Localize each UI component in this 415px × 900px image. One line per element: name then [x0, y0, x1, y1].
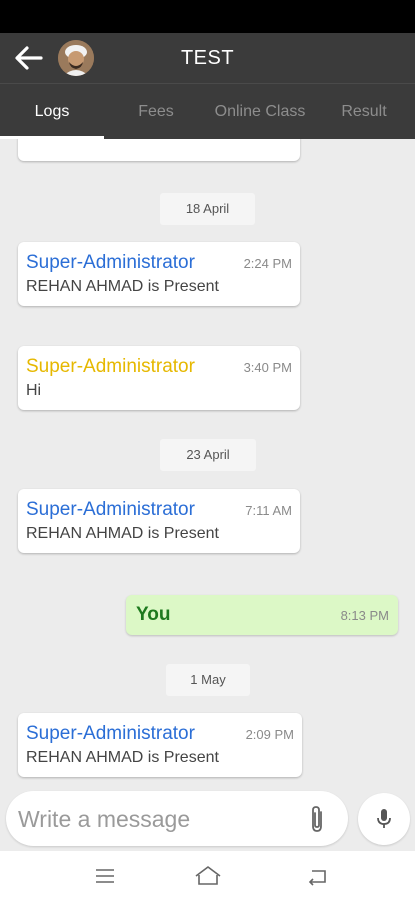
message-time: 3:40 PM: [243, 360, 292, 375]
page-title: TEST: [180, 47, 235, 69]
message-sender: Super-Administrator: [26, 252, 195, 273]
tab-bar: Logs Fees Online Class Result: [0, 83, 415, 139]
message-time: 2:24 PM: [243, 256, 292, 271]
message-bubble[interactable]: Super-Administrator 2:09 PM REHAN AHMAD …: [18, 713, 302, 777]
message-time: 2:09 PM: [245, 727, 294, 742]
message-bubble[interactable]: Super-Administrator 7:11 AM REHAN AHMAD …: [18, 489, 300, 553]
back-icon[interactable]: [302, 863, 332, 889]
microphone-icon[interactable]: [358, 793, 410, 845]
message-composer: [6, 791, 348, 846]
message-time: 7:11 AM: [245, 503, 292, 518]
tab-fees[interactable]: Fees: [104, 84, 208, 140]
tab-online-class[interactable]: Online Class: [204, 84, 316, 140]
tab-result[interactable]: Result: [314, 84, 414, 140]
message-sender: You: [136, 604, 171, 625]
tab-logs[interactable]: Logs: [0, 84, 104, 140]
partial-message-bubble: [18, 139, 300, 161]
date-separator: 23 April: [160, 439, 256, 471]
message-input[interactable]: [18, 803, 298, 835]
message-bubble[interactable]: Super-Administrator 3:40 PM Hi: [18, 346, 300, 410]
message-list[interactable]: 18 April Super-Administrator 2:24 PM REH…: [0, 139, 415, 782]
date-separator: 1 May: [166, 664, 250, 696]
menu-icon[interactable]: [90, 863, 120, 889]
app-bar: TEST: [0, 33, 415, 83]
message-sender: Super-Administrator: [26, 356, 195, 377]
message-bubble[interactable]: Super-Administrator 2:24 PM REHAN AHMAD …: [18, 242, 300, 306]
message-text: REHAN AHMAD is Present: [26, 278, 219, 295]
system-nav-bar: [0, 851, 415, 900]
message-time: 8:13 PM: [340, 608, 389, 623]
outgoing-message-bubble[interactable]: You 8:13 PM: [126, 595, 398, 635]
status-bar: [0, 0, 415, 33]
message-text: Hi: [26, 382, 42, 399]
date-separator: 18 April: [160, 193, 255, 225]
home-icon[interactable]: [193, 863, 223, 889]
message-sender: Super-Administrator: [26, 499, 195, 520]
paperclip-icon[interactable]: [306, 804, 328, 834]
message-text: REHAN AHMAD is Present: [26, 749, 219, 766]
message-sender: Super-Administrator: [26, 723, 195, 744]
message-text: REHAN AHMAD is Present: [26, 525, 219, 542]
